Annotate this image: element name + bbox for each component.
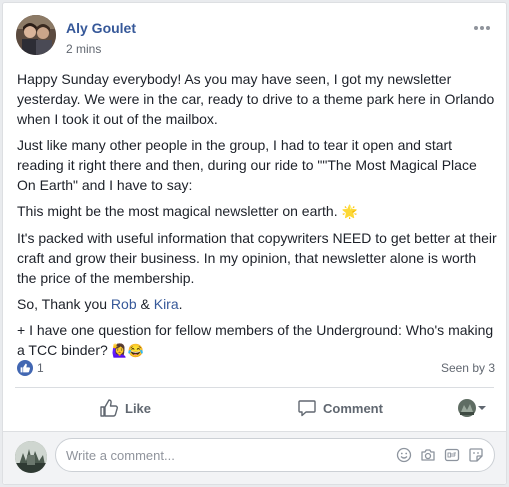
sticker-icon[interactable]	[468, 447, 484, 463]
post-paragraph: Happy Sunday everybody! As you may have …	[17, 71, 495, 127]
gif-icon[interactable]	[444, 447, 460, 463]
reaction-count[interactable]: 1	[37, 361, 44, 375]
like-button[interactable]: Like	[99, 393, 151, 423]
glowing-star-emoji: 🌟	[341, 204, 358, 219]
action-bar: Like Comment	[15, 391, 494, 425]
comment-composer	[3, 431, 506, 484]
post-paragraph-text: This might be the most magical newslette…	[17, 203, 338, 219]
reactions-bar: 1 Seen by 3	[17, 359, 495, 377]
post-card: Aly Goulet 2 mins Happy Sunday everybody…	[2, 2, 507, 485]
post-paragraph: + I have one question for fellow members…	[17, 320, 497, 361]
post-header: Aly Goulet 2 mins	[16, 15, 496, 59]
post-paragraph-text: + I have one question for fellow members…	[17, 322, 494, 358]
post-paragraph: So, Thank you Rob & Kira.	[17, 294, 497, 314]
comment-input-wrapper[interactable]	[55, 438, 495, 472]
raising-hand-laughing-emoji: 🙋‍♀️😂	[111, 343, 145, 358]
like-reaction-icon[interactable]	[17, 360, 33, 376]
post-as-selector[interactable]	[458, 399, 488, 417]
camera-icon[interactable]	[420, 447, 436, 463]
author-name[interactable]: Aly Goulet	[66, 20, 136, 36]
post-body: Happy Sunday everybody! As you may have …	[17, 69, 497, 367]
more-horizontal-icon[interactable]	[472, 21, 492, 33]
post-paragraph: Just like many other people in the group…	[17, 137, 477, 193]
divider	[15, 387, 494, 388]
post-paragraph-text: .	[178, 296, 183, 312]
mention-kira[interactable]: Kira	[154, 296, 179, 312]
caret-down-icon	[478, 406, 486, 410]
smiley-icon[interactable]	[396, 447, 412, 463]
comment-button[interactable]: Comment	[297, 393, 383, 423]
comment-tools	[396, 447, 484, 463]
comment-button-label: Comment	[323, 400, 383, 416]
comment-input[interactable]	[66, 439, 366, 471]
post-paragraph: It's packed with useful information that…	[17, 230, 497, 286]
like-button-label: Like	[125, 400, 152, 416]
post-paragraph-text: So, Thank you	[17, 296, 111, 312]
post-timestamp[interactable]: 2 mins	[66, 42, 101, 56]
author-avatar[interactable]	[16, 15, 56, 55]
speech-bubble-icon	[298, 400, 316, 417]
seen-by-count[interactable]: Seen by 3	[441, 361, 495, 375]
mention-rob[interactable]: Rob	[111, 296, 137, 312]
thumbs-up-icon	[100, 399, 118, 417]
page-avatar-icon	[458, 399, 476, 417]
post-paragraph: This might be the most magical newslette…	[17, 201, 497, 222]
commenter-avatar	[15, 441, 47, 473]
post-paragraph-text: &	[136, 296, 154, 312]
